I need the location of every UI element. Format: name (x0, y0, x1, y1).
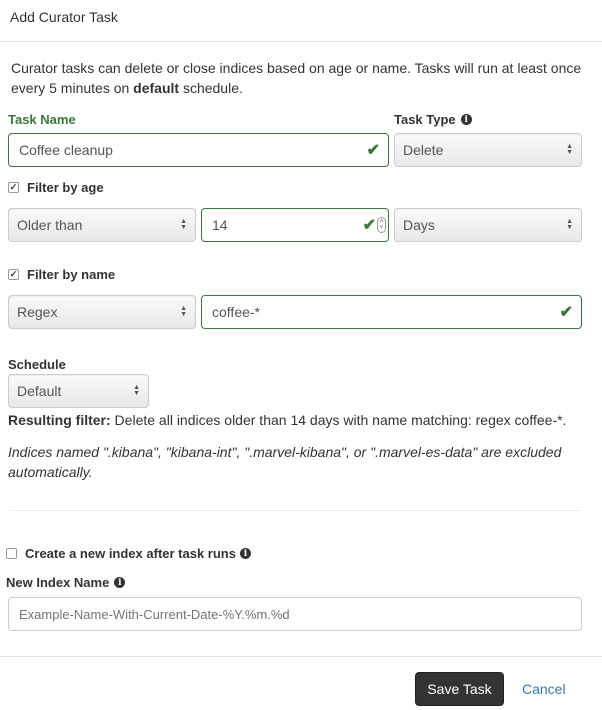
filter-by-age-checkbox-row[interactable]: ✓ Filter by age (8, 180, 594, 195)
select-arrows-icon: ▲ ▼ (566, 218, 573, 231)
task-type-select[interactable]: Delete ▲ ▼ (394, 133, 582, 167)
select-arrows-icon: ▲ ▼ (133, 384, 140, 397)
select-arrows-icon: ▲ ▼ (566, 143, 573, 156)
filter-by-age-checkbox[interactable]: ✓ (8, 182, 19, 193)
filter-by-name-checkbox[interactable]: ✓ (8, 269, 19, 280)
task-name-label: Task Name (8, 112, 76, 127)
modal-title: Add Curator Task (10, 9, 118, 25)
task-name-input[interactable]: Coffee cleanup ✔ (8, 133, 389, 167)
check-icon: ✔ (362, 217, 376, 234)
section-divider (10, 510, 581, 511)
info-icon[interactable]: i (114, 577, 126, 588)
task-type-label: Task Type i (394, 112, 582, 127)
create-index-checkbox[interactable] (6, 548, 17, 559)
modal-header: Add Curator Task (0, 0, 602, 42)
number-spinner[interactable]: ˄ ˅ (377, 217, 386, 233)
info-icon[interactable]: i (460, 114, 472, 125)
save-task-button[interactable]: Save Task (415, 672, 504, 706)
footer-divider (0, 656, 602, 657)
create-index-checkbox-row[interactable]: Create a new index after task runs i (6, 546, 596, 561)
new-index-name-label: New Index Name i (6, 575, 596, 590)
intro-text: Curator tasks can delete or close indice… (11, 60, 582, 96)
modal-body: Curator tasks can delete or close indice… (0, 58, 602, 482)
age-amount-input[interactable]: 14 ✔ ˄ ˅ (201, 208, 389, 242)
name-mode-select[interactable]: Regex ▲ ▼ (8, 295, 196, 329)
name-pattern-input[interactable]: coffee-* ✔ (201, 295, 582, 329)
select-arrows-icon: ▲ ▼ (180, 305, 187, 318)
age-condition-select[interactable]: Older than ▲ ▼ (8, 208, 196, 242)
filter-by-name-checkbox-row[interactable]: ✓ Filter by name (8, 267, 594, 282)
cancel-link[interactable]: Cancel (522, 681, 566, 697)
check-icon: ✔ (366, 142, 380, 159)
resulting-filter: Resulting filter: Delete all indices old… (8, 412, 567, 428)
schedule-label: Schedule (8, 357, 66, 372)
check-icon: ✔ (559, 304, 573, 321)
select-arrows-icon: ▲ ▼ (180, 218, 187, 231)
schedule-select[interactable]: Default ▲ ▼ (8, 374, 149, 408)
excluded-indices-note: Indices named ".kibana", "kibana-int", "… (8, 444, 562, 480)
new-index-name-input[interactable] (8, 597, 582, 631)
info-icon[interactable]: i (239, 548, 251, 559)
age-unit-select[interactable]: Days ▲ ▼ (394, 208, 582, 242)
